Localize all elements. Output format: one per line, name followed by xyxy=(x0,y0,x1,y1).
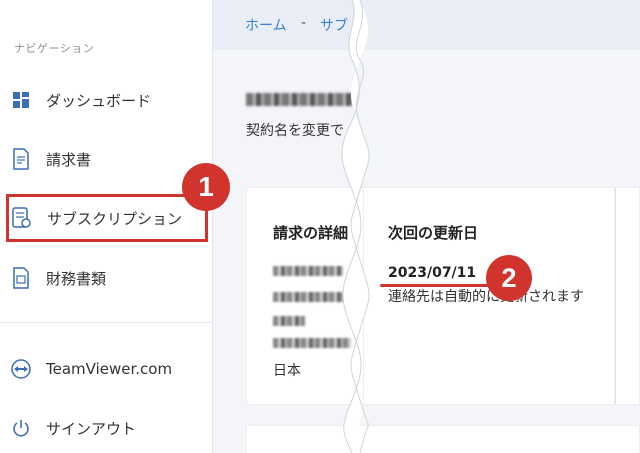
nav-heading: ナビゲーション xyxy=(14,42,95,55)
subscription-icon xyxy=(11,207,33,229)
sidebar-item-subscriptions[interactable]: サブスクリプション xyxy=(6,194,208,242)
renewal-date-title: 次回の更新日 xyxy=(388,224,479,242)
step-1-badge: 1 xyxy=(182,163,230,211)
breadcrumb: ホーム - サブ xyxy=(213,0,640,50)
sidebar-item-label: サインアウト xyxy=(46,419,137,438)
dashboard-icon xyxy=(10,89,32,111)
renewal-date-card: 次回の更新日 2023/07/11 連絡先は自動的に更新されます xyxy=(363,187,615,405)
sidebar-divider xyxy=(0,322,213,323)
bottom-card xyxy=(246,425,640,453)
sidebar-item-label: 財務書類 xyxy=(46,269,107,288)
sidebar-item-invoices[interactable]: 請求書 xyxy=(10,139,206,179)
teamviewer-icon xyxy=(10,358,32,380)
sidebar-item-sign-out[interactable]: サインアウト xyxy=(10,408,206,448)
breadcrumb-home-link[interactable]: ホーム xyxy=(245,15,287,35)
sidebar-item-label: TeamViewer.com xyxy=(46,360,173,378)
sidebar-item-label: サブスクリプション xyxy=(47,209,183,228)
sidebar-item-label: 請求書 xyxy=(46,150,92,169)
torn-edge-divider xyxy=(341,0,370,453)
redacted-address-line xyxy=(273,316,305,326)
invoice-icon xyxy=(10,148,32,170)
breadcrumb-separator: - xyxy=(301,15,307,31)
next-card-edge xyxy=(615,187,640,405)
main-content: ホーム - サブ 契約名を変更で 請求の詳細 日本 次回の更新日 2023/07… xyxy=(213,0,640,453)
sidebar: ナビゲーション ダッシュボード 請求書 サブスクリプション 財務書類 TeamV… xyxy=(0,0,213,453)
documents-icon xyxy=(10,267,32,289)
step-2-badge: 2 xyxy=(486,255,532,301)
renewal-date-value: 2023/07/11 xyxy=(388,265,477,281)
sidebar-item-dashboard[interactable]: ダッシュボード xyxy=(10,80,206,120)
sidebar-item-label: ダッシュボード xyxy=(46,91,152,110)
sidebar-item-financial-documents[interactable]: 財務書類 xyxy=(10,258,206,298)
power-icon xyxy=(10,417,32,439)
billing-country: 日本 xyxy=(273,363,301,379)
sidebar-item-teamviewer-com[interactable]: TeamViewer.com xyxy=(10,349,206,389)
